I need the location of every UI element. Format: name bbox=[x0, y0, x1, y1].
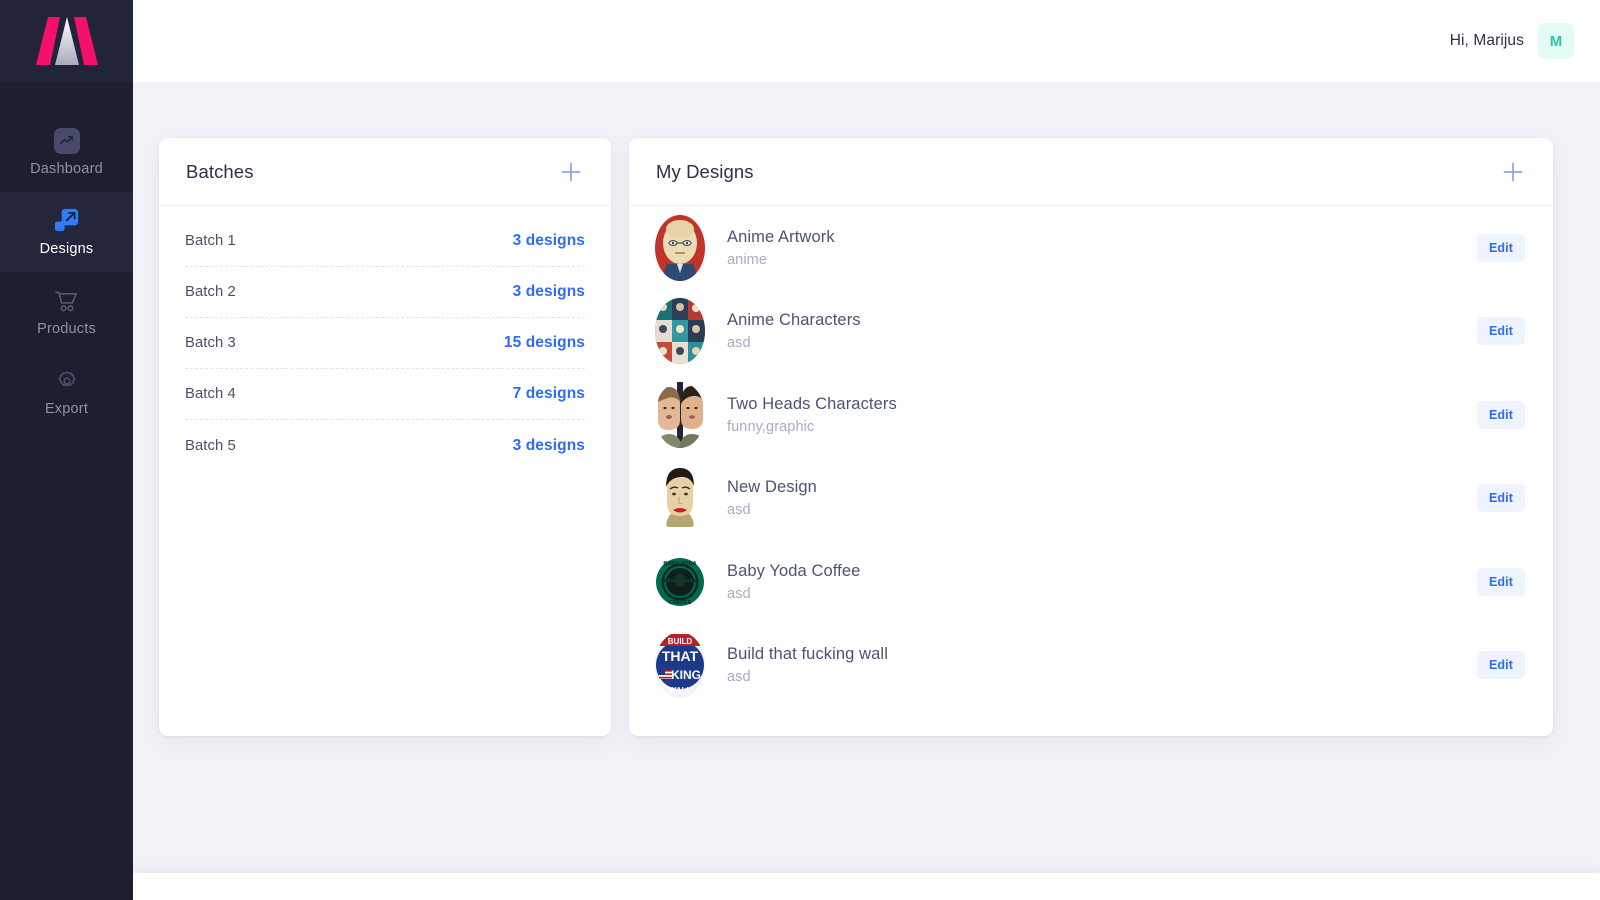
two-heads-thumb bbox=[655, 381, 705, 448]
batch-count: 3 designs bbox=[512, 232, 585, 249]
design-row[interactable]: New Design asd Edit bbox=[655, 457, 1527, 541]
shopping-cart-icon bbox=[53, 287, 80, 314]
design-title: Baby Yoda Coffee bbox=[727, 561, 861, 580]
sidebar: Dashboard Designs Products Export bbox=[0, 0, 133, 900]
gear-icon bbox=[53, 367, 80, 394]
edit-button[interactable]: Edit bbox=[1477, 233, 1525, 262]
sidebar-item-dashboard[interactable]: Dashboard bbox=[0, 112, 133, 192]
svg-text:COFFEE: COFFEE bbox=[669, 600, 692, 606]
design-tag: asd bbox=[727, 335, 751, 352]
design-title: Anime Artwork bbox=[727, 227, 835, 246]
top-bar: Hi, Marijus M bbox=[133, 0, 1600, 82]
design-title: New Design bbox=[727, 478, 817, 497]
add-design-button[interactable] bbox=[1500, 159, 1526, 185]
edit-button[interactable]: Edit bbox=[1477, 317, 1525, 346]
svg-text:WALL: WALL bbox=[669, 686, 692, 695]
add-batch-button[interactable] bbox=[558, 159, 584, 185]
expand-arrow-icon bbox=[53, 207, 80, 234]
svg-text:BABY YODA: BABY YODA bbox=[663, 561, 696, 567]
design-text: Anime Characters asd bbox=[727, 311, 1477, 351]
batch-count: 15 designs bbox=[503, 334, 585, 351]
design-text: New Design asd bbox=[727, 478, 1477, 518]
plus-icon bbox=[561, 162, 581, 181]
batch-name: Batch 3 bbox=[185, 335, 236, 351]
mugl-logo-icon bbox=[35, 17, 98, 65]
svg-text:THAT: THAT bbox=[662, 648, 699, 664]
edit-button[interactable]: Edit bbox=[1477, 651, 1525, 680]
trending-up-icon bbox=[53, 127, 80, 154]
svg-text:KING: KING bbox=[671, 668, 701, 682]
batch-count: 7 designs bbox=[512, 385, 585, 402]
sidebar-item-export[interactable]: Export bbox=[0, 352, 133, 432]
one-punch-man-thumb bbox=[655, 214, 705, 281]
sidebar-item-label: Designs bbox=[39, 241, 94, 257]
sidebar-item-products[interactable]: Products bbox=[0, 272, 133, 352]
batch-row[interactable]: Batch 3 15 designs bbox=[185, 318, 585, 369]
batches-title: Batches bbox=[186, 160, 254, 182]
design-row[interactable]: BUILD THAT KING WALL Build that fucking … bbox=[655, 624, 1527, 708]
designs-panel-header: My Designs bbox=[629, 138, 1553, 206]
designs-title: My Designs bbox=[656, 160, 754, 182]
sidebar-nav: Dashboard Designs Products Export bbox=[0, 112, 133, 432]
app-logo[interactable] bbox=[0, 0, 133, 82]
sidebar-item-label: Products bbox=[37, 321, 96, 337]
edit-button[interactable]: Edit bbox=[1477, 567, 1525, 596]
greeting-text: Hi, Marijus bbox=[1449, 32, 1524, 49]
design-title: Anime Characters bbox=[727, 311, 861, 330]
batch-name: Batch 4 bbox=[185, 386, 236, 402]
edit-button[interactable]: Edit bbox=[1477, 484, 1525, 513]
sidebar-item-label: Dashboard bbox=[30, 161, 103, 177]
batch-count: 3 designs bbox=[512, 283, 585, 300]
design-tag: anime bbox=[727, 251, 767, 268]
batch-row[interactable]: Batch 1 3 designs bbox=[185, 216, 585, 267]
design-row[interactable]: BABY YODA COFFEE Baby Yoda Coffee asd Ed… bbox=[655, 540, 1527, 624]
design-title: Build that fucking wall bbox=[727, 645, 888, 664]
svg-text:BUILD: BUILD bbox=[668, 637, 693, 646]
footer-strip bbox=[133, 873, 1600, 900]
batch-row[interactable]: Batch 4 7 designs bbox=[185, 369, 585, 420]
face-thumb bbox=[655, 465, 705, 532]
content-area: Batches Batch 1 3 designs Batch 2 3 desi… bbox=[133, 82, 1600, 900]
batch-name: Batch 5 bbox=[185, 437, 236, 454]
designs-list: Anime Artwork anime Edit Anime Character… bbox=[629, 206, 1553, 736]
edit-button[interactable]: Edit bbox=[1477, 400, 1525, 429]
batch-name: Batch 1 bbox=[185, 233, 236, 249]
batch-row[interactable]: Batch 5 3 designs bbox=[185, 420, 585, 471]
baby-yoda-coffee-thumb: BABY YODA COFFEE bbox=[655, 548, 705, 615]
design-tag: asd bbox=[727, 669, 751, 686]
batches-panel-header: Batches bbox=[159, 138, 611, 206]
design-text: Two Heads Characters funny,graphic bbox=[727, 395, 1477, 435]
plus-icon bbox=[1503, 162, 1523, 181]
design-row[interactable]: Anime Characters asd Edit bbox=[655, 290, 1527, 374]
app-root: Dashboard Designs Products Export Hi, Ma… bbox=[0, 0, 1600, 900]
design-title: Two Heads Characters bbox=[727, 394, 897, 413]
design-row[interactable]: Two Heads Characters funny,graphic Edit bbox=[655, 373, 1527, 457]
batches-list: Batch 1 3 designs Batch 2 3 designs Batc… bbox=[159, 206, 611, 471]
design-row[interactable]: Anime Artwork anime Edit bbox=[655, 206, 1527, 290]
design-tag: funny,graphic bbox=[727, 418, 815, 435]
sidebar-item-designs[interactable]: Designs bbox=[0, 192, 133, 272]
batch-name: Batch 2 bbox=[185, 284, 236, 300]
sidebar-item-label: Export bbox=[44, 401, 89, 417]
batch-row[interactable]: Batch 2 3 designs bbox=[185, 267, 585, 318]
main-area: Hi, Marijus M Batches Batch 1 3 designs … bbox=[133, 0, 1600, 900]
avatar[interactable]: M bbox=[1538, 23, 1574, 59]
anime-grid-thumb bbox=[655, 298, 705, 365]
batches-panel: Batches Batch 1 3 designs Batch 2 3 desi… bbox=[159, 138, 611, 736]
design-text: Build that fucking wall asd bbox=[727, 645, 1477, 685]
design-tag: asd bbox=[727, 502, 751, 519]
design-text: Baby Yoda Coffee asd bbox=[727, 562, 1477, 602]
wall-badge-thumb: BUILD THAT KING WALL bbox=[655, 632, 705, 699]
designs-panel: My Designs Anime Artwork anime Edit Anim… bbox=[629, 138, 1553, 736]
design-text: Anime Artwork anime bbox=[727, 228, 1477, 268]
design-tag: asd bbox=[727, 585, 751, 602]
batch-count: 3 designs bbox=[512, 436, 585, 454]
